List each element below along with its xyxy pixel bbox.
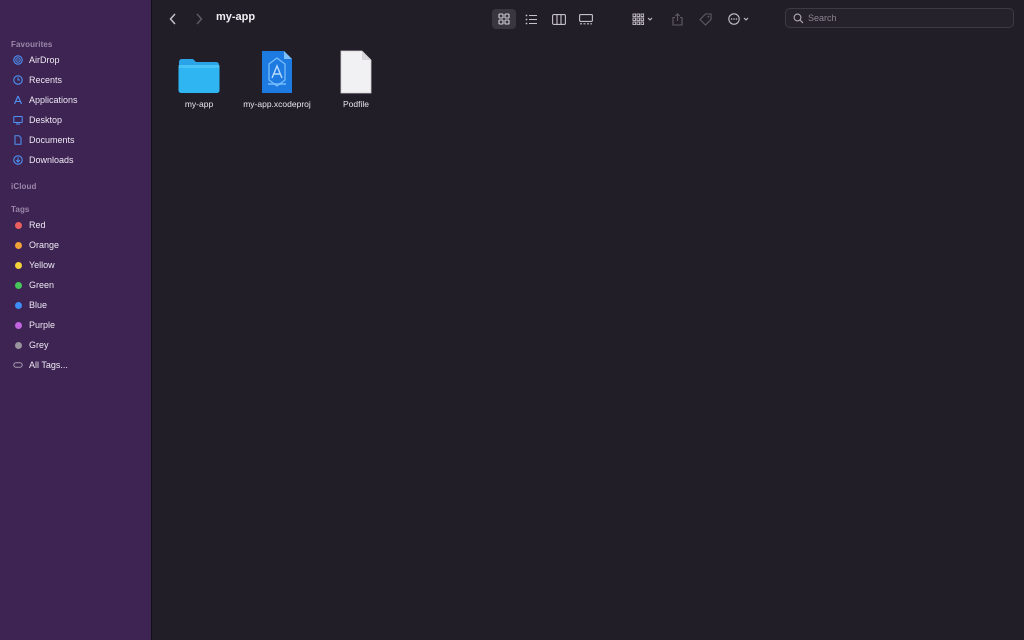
gallery-view-icon: [579, 13, 593, 24]
file-icon: [332, 46, 380, 94]
sidebar-item-documents[interactable]: Documents: [7, 131, 145, 149]
grid-view-icon: [498, 13, 510, 25]
group-by-button[interactable]: [629, 9, 657, 29]
sidebar-item-desktop[interactable]: Desktop: [7, 111, 145, 129]
desktop-icon: [12, 114, 24, 126]
share-icon: [671, 12, 683, 26]
sidebar-item-label: Downloads: [29, 155, 74, 165]
sidebar-item-applications[interactable]: Applications: [7, 91, 145, 109]
sidebar-item-label: Recents: [29, 75, 63, 85]
column-view-button[interactable]: [547, 9, 571, 29]
sidebar-item-label: Purple: [29, 320, 56, 330]
tags-section-label[interactable]: Tags: [11, 205, 29, 214]
tag-icon: [698, 12, 712, 26]
back-button[interactable]: [166, 9, 180, 29]
sidebar-item-downloads[interactable]: Downloads: [7, 151, 145, 169]
sidebar-item-label: Yellow: [29, 260, 55, 270]
sidebar-tag-red[interactable]: Red: [7, 216, 145, 234]
window-title: my-app: [216, 11, 256, 23]
all-tags-icon: [12, 359, 24, 371]
icon-view-button[interactable]: [492, 9, 516, 29]
gallery-view-button[interactable]: [574, 9, 598, 29]
tag-dot-icon: [14, 321, 22, 329]
group-grid-icon: [632, 13, 653, 25]
sidebar-item-label: AirDrop: [29, 55, 60, 65]
clock-icon: [12, 74, 24, 86]
file-name: my-app: [184, 99, 214, 109]
sidebar-item-recents[interactable]: Recents: [7, 71, 145, 89]
sidebar-item-label: Green: [29, 280, 55, 290]
sidebar-tag-green[interactable]: Green: [7, 276, 145, 294]
search-icon: [793, 13, 804, 23]
search-input[interactable]: [808, 13, 998, 23]
file-name: Podfile: [343, 99, 369, 109]
file-item-my-app[interactable]: my-app: [159, 46, 239, 109]
sidebar-item-label: Orange: [29, 240, 60, 250]
sidebar-item-airdrop[interactable]: AirDrop: [7, 51, 145, 69]
sidebar-item-label: Grey: [29, 340, 49, 350]
tag-dot-icon: [14, 341, 22, 349]
list-view-icon: [525, 14, 537, 24]
sidebar-item-label: Desktop: [29, 115, 63, 125]
toolbar: my-app: [153, 0, 1024, 37]
tag-dot-icon: [14, 261, 22, 269]
file-item-podfile[interactable]: Podfile: [316, 46, 396, 109]
sidebar-tag-orange[interactable]: Orange: [7, 236, 145, 254]
chevron-right-icon: [196, 13, 203, 25]
favourites-section-label: Favourites: [11, 40, 53, 49]
tag-dot-icon: [14, 241, 22, 249]
sidebar-tag-grey[interactable]: Grey: [7, 336, 145, 354]
sidebar-item-label: Red: [29, 220, 46, 230]
applications-icon: [12, 94, 24, 106]
sidebar-tag-blue[interactable]: Blue: [7, 296, 145, 314]
share-button[interactable]: [668, 9, 686, 29]
search-field[interactable]: [785, 8, 1014, 28]
icloud-section-label[interactable]: iCloud: [11, 182, 36, 191]
sidebar-item-label: All Tags...: [29, 360, 68, 370]
folder-icon: [175, 46, 223, 94]
more-actions-button[interactable]: [726, 9, 754, 29]
list-view-button[interactable]: [519, 9, 543, 29]
download-icon: [12, 154, 24, 166]
document-icon: [12, 134, 24, 146]
sidebar-item-label: Documents: [29, 135, 75, 145]
tag-dot-icon: [14, 301, 22, 309]
tag-dot-icon: [14, 281, 22, 289]
sidebar-item-label: Blue: [29, 300, 48, 310]
sidebar: Favourites AirDrop Recents Applications …: [0, 0, 152, 640]
file-item-xcodeproj[interactable]: my-app.xcodeproj: [237, 46, 317, 109]
column-view-icon: [552, 13, 566, 25]
sidebar-tag-yellow[interactable]: Yellow: [7, 256, 145, 274]
ellipsis-circle-icon: [728, 13, 749, 25]
file-name: my-app.xcodeproj: [243, 99, 311, 109]
sidebar-all-tags[interactable]: All Tags...: [7, 356, 145, 374]
chevron-left-icon: [169, 13, 176, 25]
sidebar-tag-purple[interactable]: Purple: [7, 316, 145, 334]
sidebar-item-label: Applications: [29, 95, 78, 105]
forward-button[interactable]: [192, 9, 206, 29]
airdrop-icon: [12, 54, 24, 66]
xcodeproj-icon: [253, 46, 301, 94]
main-area: my-app Search my-app my-app.xcodeproj Po…: [153, 0, 1024, 640]
tag-button[interactable]: [696, 9, 714, 29]
tag-dot-icon: [14, 221, 22, 229]
